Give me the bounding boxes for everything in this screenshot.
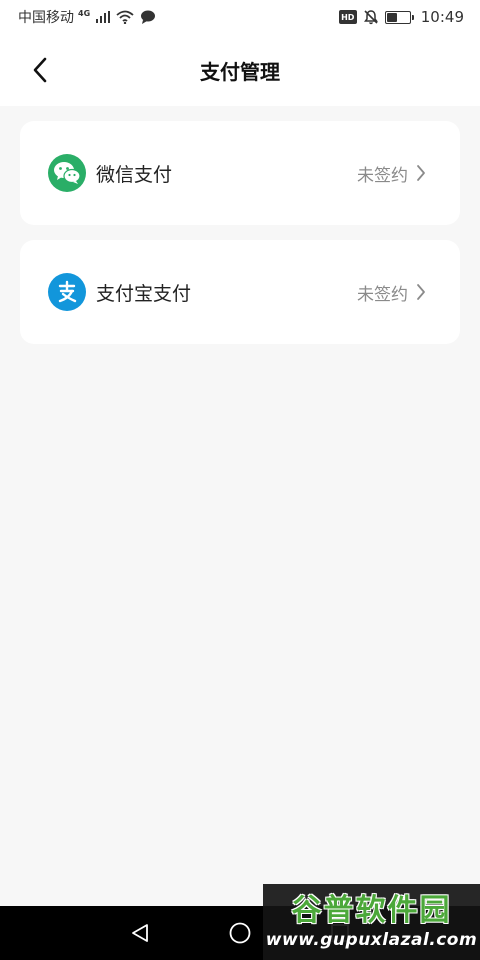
nav-back-button[interactable] [126, 919, 154, 947]
page-title: 支付管理 [200, 59, 280, 84]
watermark: 谷普软件园 www.gupuxlazal.com [263, 884, 480, 960]
alipay-icon [48, 273, 86, 311]
wechat-pay-label: 微信支付 [96, 163, 173, 186]
back-button[interactable] [22, 52, 58, 88]
nav-home-button[interactable] [226, 919, 254, 947]
alipay-row[interactable]: 支付宝支付 未签约 [20, 240, 460, 344]
status-bar: 中国移动 4G HD 10:49 [0, 0, 480, 34]
wechat-icon [48, 154, 86, 192]
wifi-icon [116, 10, 134, 24]
wechat-pay-row[interactable]: 微信支付 未签约 [20, 121, 460, 225]
watermark-url: www.gupuxlazal.com [265, 930, 478, 950]
battery-level [386, 12, 397, 22]
hd-badge: HD [338, 10, 357, 24]
wechat-pay-status: 未签约 [357, 165, 408, 186]
chevron-right-icon [416, 164, 426, 182]
network-type-label: 4G [78, 8, 91, 18]
mute-bell-icon [363, 10, 378, 25]
alipay-label: 支付宝支付 [96, 282, 192, 305]
triangle-back-icon [132, 924, 148, 942]
signal-icon [96, 11, 111, 23]
chevron-left-icon [33, 57, 47, 83]
battery-icon [384, 10, 414, 24]
status-bar-right: HD 10:49 [338, 8, 464, 26]
status-bar-left: 中国移动 4G [18, 7, 156, 27]
watermark-title: 谷普软件园 [291, 893, 452, 928]
circle-home-icon [229, 922, 251, 944]
message-icon [141, 10, 156, 24]
chevron-right-icon [416, 283, 426, 301]
app-header: 支付管理 [0, 34, 480, 106]
alipay-status: 未签约 [357, 284, 408, 305]
clock: 10:49 [420, 8, 464, 26]
carrier-label: 中国移动 [18, 10, 74, 26]
